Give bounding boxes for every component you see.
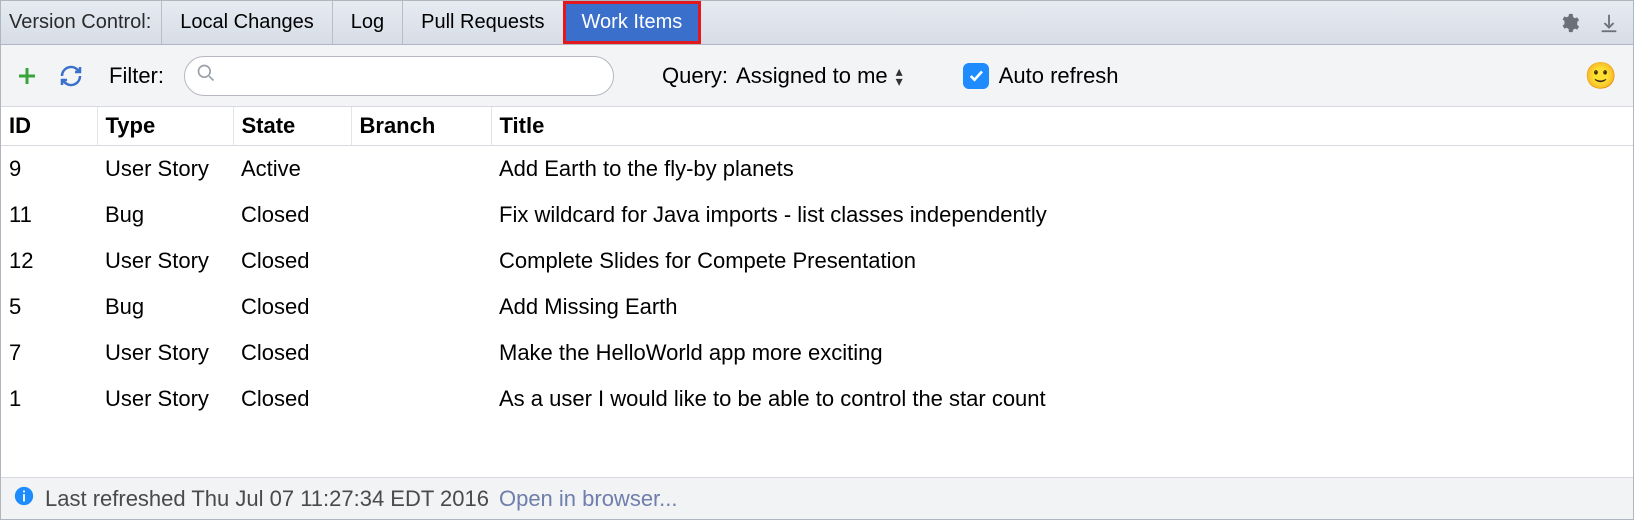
cell-state: Active <box>233 146 351 193</box>
cell-branch <box>351 192 491 238</box>
cell-id: 9 <box>1 146 97 193</box>
tab-local-changes[interactable]: Local Changes <box>161 1 331 44</box>
cell-title: Complete Slides for Compete Presentation <box>491 238 1633 284</box>
cell-id: 12 <box>1 238 97 284</box>
cell-title: Fix wildcard for Java imports - list cla… <box>491 192 1633 238</box>
cell-state: Closed <box>233 238 351 284</box>
gear-icon[interactable] <box>1557 11 1581 35</box>
tab-work-items[interactable]: Work Items <box>563 1 702 44</box>
table-row[interactable]: 5BugClosed Add Missing Earth <box>1 284 1633 330</box>
cell-id: 5 <box>1 284 97 330</box>
cell-state: Closed <box>233 330 351 376</box>
cell-branch <box>351 376 491 422</box>
smiley-icon[interactable]: 🙂 <box>1585 60 1617 91</box>
checkbox-checked-icon <box>963 63 989 89</box>
table-row[interactable]: 1User StoryClosed As a user I would like … <box>1 376 1633 422</box>
auto-refresh-label: Auto refresh <box>999 63 1119 89</box>
work-items-toolbar: Filter: Query: Assigned to me ▴▾ Auto re… <box>1 45 1633 107</box>
cell-state: Closed <box>233 192 351 238</box>
col-id[interactable]: ID <box>1 107 97 146</box>
cell-id: 1 <box>1 376 97 422</box>
cell-title: Add Missing Earth <box>491 284 1633 330</box>
query-label: Query: <box>662 63 728 89</box>
table-row[interactable]: 11BugClosed Fix wildcard for Java imports… <box>1 192 1633 238</box>
cell-title: Make the HelloWorld app more exciting <box>491 330 1633 376</box>
cell-type: Bug <box>97 284 233 330</box>
auto-refresh-toggle[interactable]: Auto refresh <box>963 63 1119 89</box>
cell-state: Closed <box>233 284 351 330</box>
table-row[interactable]: 9User StoryActive Add Earth to the fly-by… <box>1 146 1633 193</box>
cell-type: Bug <box>97 192 233 238</box>
cell-type: User Story <box>97 146 233 193</box>
cell-id: 7 <box>1 330 97 376</box>
cell-type: User Story <box>97 330 233 376</box>
table-row[interactable]: 7User StoryClosed Make the HelloWorld app… <box>1 330 1633 376</box>
filter-label: Filter: <box>109 63 164 89</box>
cell-title: Add Earth to the fly-by planets <box>491 146 1633 193</box>
version-control-tabbar: Version Control: Local Changes Log Pull … <box>1 1 1633 45</box>
download-icon[interactable] <box>1597 11 1621 35</box>
search-icon <box>196 63 216 89</box>
cell-state: Closed <box>233 376 351 422</box>
col-state[interactable]: State <box>233 107 351 146</box>
status-bar: Last refreshed Thu Jul 07 11:27:34 EDT 2… <box>1 477 1633 519</box>
cell-id: 11 <box>1 192 97 238</box>
cell-type: User Story <box>97 238 233 284</box>
table-row[interactable]: 12User StoryClosed Complete Slides for Co… <box>1 238 1633 284</box>
col-type[interactable]: Type <box>97 107 233 146</box>
refresh-button[interactable] <box>59 64 83 88</box>
query-selector[interactable]: Query: Assigned to me ▴▾ <box>662 63 903 89</box>
filter-input[interactable] <box>184 56 614 96</box>
info-icon <box>13 485 35 513</box>
cell-branch <box>351 284 491 330</box>
tab-pull-requests[interactable]: Pull Requests <box>402 1 562 44</box>
cell-type: User Story <box>97 376 233 422</box>
cell-title: As a user I would like to be able to con… <box>491 376 1633 422</box>
cell-branch <box>351 238 491 284</box>
cell-branch <box>351 330 491 376</box>
last-refreshed-text: Last refreshed Thu Jul 07 11:27:34 EDT 2… <box>45 486 489 512</box>
chevron-up-down-icon: ▴▾ <box>896 66 903 86</box>
col-branch[interactable]: Branch <box>351 107 491 146</box>
version-control-label: Version Control: <box>1 1 161 44</box>
open-in-browser-link[interactable]: Open in browser... <box>499 486 678 512</box>
work-items-table: ID Type State Branch Title 9User StoryAc… <box>1 107 1633 477</box>
tab-log[interactable]: Log <box>332 1 402 44</box>
cell-branch <box>351 146 491 193</box>
col-title[interactable]: Title <box>491 107 1633 146</box>
query-value: Assigned to me <box>736 63 888 89</box>
add-work-item-button[interactable] <box>15 64 39 88</box>
